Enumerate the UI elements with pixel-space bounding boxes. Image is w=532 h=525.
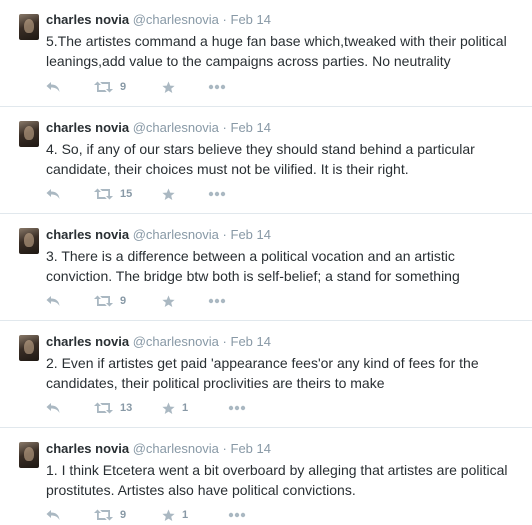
retweet-button[interactable]: 13 bbox=[94, 400, 132, 416]
more-icon bbox=[208, 191, 226, 197]
favorite-count: 1 bbox=[182, 402, 189, 414]
tweet-item[interactable]: charles novia @charlesnovia · Feb 14 5.T… bbox=[0, 0, 532, 107]
retweet-count: 15 bbox=[120, 188, 133, 200]
more-icon bbox=[228, 405, 246, 411]
star-icon bbox=[162, 188, 175, 200]
favorite-button[interactable] bbox=[162, 79, 182, 95]
retweet-icon bbox=[94, 295, 113, 307]
retweet-count: 9 bbox=[120, 295, 127, 307]
avatar[interactable] bbox=[19, 335, 39, 361]
retweet-icon bbox=[94, 81, 113, 93]
header-separator: · bbox=[222, 334, 227, 349]
tweet-header: charles novia @charlesnovia · Feb 14 bbox=[46, 226, 271, 244]
author-handle[interactable]: @charlesnovia bbox=[133, 441, 219, 456]
retweet-icon bbox=[94, 402, 113, 414]
reply-icon bbox=[46, 403, 60, 413]
author-name[interactable]: charles novia bbox=[46, 12, 129, 27]
retweet-button[interactable]: 9 bbox=[94, 293, 126, 309]
retweet-count: 13 bbox=[120, 402, 133, 414]
avatar[interactable] bbox=[19, 442, 39, 468]
retweet-icon bbox=[94, 509, 113, 521]
tweet-text: 3. There is a difference between a polit… bbox=[46, 248, 460, 284]
tweet-header: charles novia @charlesnovia · Feb 14 bbox=[46, 440, 271, 458]
favorite-button[interactable] bbox=[162, 186, 182, 202]
tweet-item[interactable]: charles novia @charlesnovia · Feb 14 3. … bbox=[0, 214, 532, 321]
retweet-button[interactable]: 9 bbox=[94, 507, 126, 523]
header-separator: · bbox=[222, 441, 227, 456]
reply-button[interactable] bbox=[46, 79, 60, 95]
more-button[interactable] bbox=[208, 293, 226, 309]
favorite-button[interactable] bbox=[162, 293, 182, 309]
tweet-text: 4. So, if any of our stars believe they … bbox=[46, 141, 475, 177]
more-icon bbox=[208, 84, 226, 90]
more-icon bbox=[208, 298, 226, 304]
tweet-date[interactable]: Feb 14 bbox=[231, 334, 271, 349]
tweet-item[interactable]: charles novia @charlesnovia · Feb 14 2. … bbox=[0, 321, 532, 428]
tweet-timeline: charles novia @charlesnovia · Feb 14 5.T… bbox=[0, 0, 532, 525]
author-name[interactable]: charles novia bbox=[46, 120, 129, 135]
tweet-date[interactable]: Feb 14 bbox=[231, 227, 271, 242]
reply-icon bbox=[46, 82, 60, 92]
header-separator: · bbox=[222, 227, 227, 242]
reply-button[interactable] bbox=[46, 507, 60, 523]
retweet-count: 9 bbox=[120, 81, 127, 93]
more-icon bbox=[228, 512, 246, 518]
tweet-item[interactable]: charles novia @charlesnovia · Feb 14 1. … bbox=[0, 428, 532, 525]
author-name[interactable]: charles novia bbox=[46, 334, 129, 349]
tweet-header: charles novia @charlesnovia · Feb 14 bbox=[46, 11, 271, 29]
reply-icon bbox=[46, 510, 60, 520]
more-button[interactable] bbox=[208, 79, 226, 95]
star-icon bbox=[162, 81, 175, 93]
favorite-count: 1 bbox=[182, 509, 189, 521]
tweet-item[interactable]: charles novia @charlesnovia · Feb 14 4. … bbox=[0, 107, 532, 214]
avatar[interactable] bbox=[19, 121, 39, 147]
star-icon bbox=[162, 509, 175, 521]
favorite-button[interactable]: 1 bbox=[162, 400, 188, 416]
more-button[interactable] bbox=[208, 186, 226, 202]
tweet-text: 5.The artistes command a huge fan base w… bbox=[46, 33, 507, 69]
tweet-date[interactable]: Feb 14 bbox=[231, 12, 271, 27]
tweet-text: 2. Even if artistes get paid 'appearance… bbox=[46, 355, 479, 391]
more-button[interactable] bbox=[228, 400, 246, 416]
author-name[interactable]: charles novia bbox=[46, 441, 129, 456]
author-handle[interactable]: @charlesnovia bbox=[133, 120, 219, 135]
retweet-icon bbox=[94, 188, 113, 200]
reply-icon bbox=[46, 189, 60, 199]
retweet-count: 9 bbox=[120, 509, 127, 521]
tweet-text: 1. I think Etcetera went a bit overboard… bbox=[46, 462, 508, 498]
tweet-header: charles novia @charlesnovia · Feb 14 bbox=[46, 333, 271, 351]
reply-button[interactable] bbox=[46, 293, 60, 309]
author-handle[interactable]: @charlesnovia bbox=[133, 12, 219, 27]
reply-button[interactable] bbox=[46, 186, 60, 202]
header-separator: · bbox=[222, 120, 227, 135]
author-handle[interactable]: @charlesnovia bbox=[133, 227, 219, 242]
author-handle[interactable]: @charlesnovia bbox=[133, 334, 219, 349]
retweet-button[interactable]: 9 bbox=[94, 79, 126, 95]
star-icon bbox=[162, 295, 175, 307]
reply-icon bbox=[46, 296, 60, 306]
reply-button[interactable] bbox=[46, 400, 60, 416]
tweet-header: charles novia @charlesnovia · Feb 14 bbox=[46, 119, 271, 137]
star-icon bbox=[162, 402, 175, 414]
tweet-date[interactable]: Feb 14 bbox=[231, 441, 271, 456]
avatar[interactable] bbox=[19, 228, 39, 254]
header-separator: · bbox=[222, 12, 227, 27]
avatar[interactable] bbox=[19, 14, 39, 40]
tweet-date[interactable]: Feb 14 bbox=[231, 120, 271, 135]
retweet-button[interactable]: 15 bbox=[94, 186, 132, 202]
more-button[interactable] bbox=[228, 507, 246, 523]
author-name[interactable]: charles novia bbox=[46, 227, 129, 242]
favorite-button[interactable]: 1 bbox=[162, 507, 188, 523]
